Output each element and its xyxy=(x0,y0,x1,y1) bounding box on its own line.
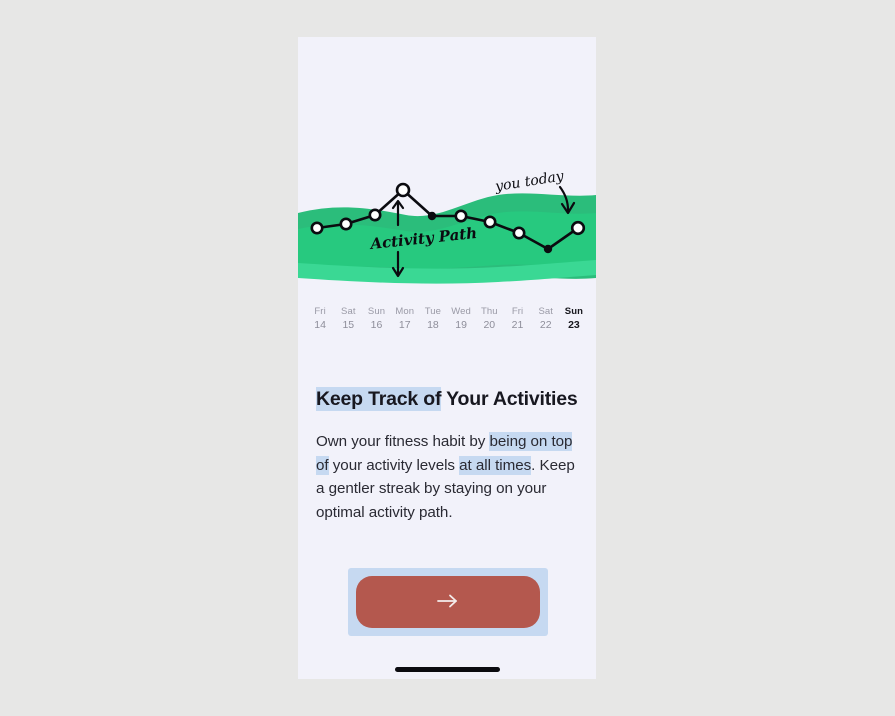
copy-block: Keep Track of Your Activities Own your f… xyxy=(316,387,578,525)
body-segment: Own your fitness habit by xyxy=(316,433,490,451)
day-cell[interactable]: Fri 14 xyxy=(306,306,334,331)
day-name: Mon xyxy=(395,306,415,317)
day-number: 23 xyxy=(568,318,580,331)
day-number: 18 xyxy=(427,318,439,331)
headline-highlight: Keep Track of xyxy=(316,387,442,411)
activity-chart: Activity Path you today xyxy=(298,37,596,297)
day-cell[interactable]: Sun 16 xyxy=(362,306,390,331)
day-number: 19 xyxy=(455,318,467,331)
data-point-today[interactable] xyxy=(570,220,586,236)
data-point[interactable] xyxy=(310,221,324,235)
day-scale: Fri 14 Sat 15 Sun 16 Mon 17 Tue 18 Wed 1… xyxy=(298,306,596,331)
day-cell[interactable]: Wed 19 xyxy=(447,306,475,331)
day-cell[interactable]: Tue 18 xyxy=(419,306,447,331)
data-point[interactable] xyxy=(339,217,353,231)
day-name: Sat xyxy=(538,306,553,317)
headline-rest: Your Activities xyxy=(441,388,578,410)
day-name: Wed xyxy=(451,306,471,317)
cta-selection-box xyxy=(348,568,548,636)
day-number: 21 xyxy=(511,318,524,331)
data-point[interactable] xyxy=(454,209,468,223)
day-cell[interactable]: Thu 20 xyxy=(475,306,503,331)
day-name: Sun xyxy=(564,306,584,317)
day-number: 15 xyxy=(342,318,355,331)
body-copy: Own your fitness habit by being on top o… xyxy=(316,430,578,524)
data-point[interactable] xyxy=(512,226,526,240)
page-title: Keep Track of Your Activities xyxy=(316,387,578,412)
day-number: 22 xyxy=(539,318,552,331)
data-point[interactable] xyxy=(368,208,382,222)
day-cell[interactable]: Fri 21 xyxy=(503,306,531,331)
day-cell-today[interactable]: Sun 23 xyxy=(560,306,588,331)
day-cell[interactable]: Mon 17 xyxy=(391,306,419,331)
day-cell[interactable]: Sat 22 xyxy=(532,306,560,331)
body-highlight-2: at all times xyxy=(459,455,532,475)
home-indicator xyxy=(395,667,500,672)
data-point[interactable] xyxy=(483,215,497,229)
data-point[interactable] xyxy=(395,182,411,198)
day-name: Tue xyxy=(424,306,442,317)
arrow-right-icon xyxy=(435,593,461,612)
day-name: Sat xyxy=(341,306,356,317)
day-name: Thu xyxy=(480,306,498,317)
day-name: Sun xyxy=(367,306,386,317)
data-point[interactable] xyxy=(427,211,437,221)
day-cell[interactable]: Sat 15 xyxy=(334,306,362,331)
day-name: Fri xyxy=(511,306,524,317)
day-number: 16 xyxy=(370,318,383,331)
day-number: 17 xyxy=(398,318,411,331)
day-name: Fri xyxy=(314,306,326,317)
day-number: 14 xyxy=(314,318,326,331)
next-button[interactable] xyxy=(356,576,540,628)
data-point[interactable] xyxy=(543,244,553,254)
body-segment: your activity levels xyxy=(328,456,460,474)
you-today-label: you today xyxy=(493,168,566,195)
phone-screen: Activity Path you today Fri 14 Sat 15 Su… xyxy=(298,37,596,679)
day-number: 20 xyxy=(483,318,496,331)
